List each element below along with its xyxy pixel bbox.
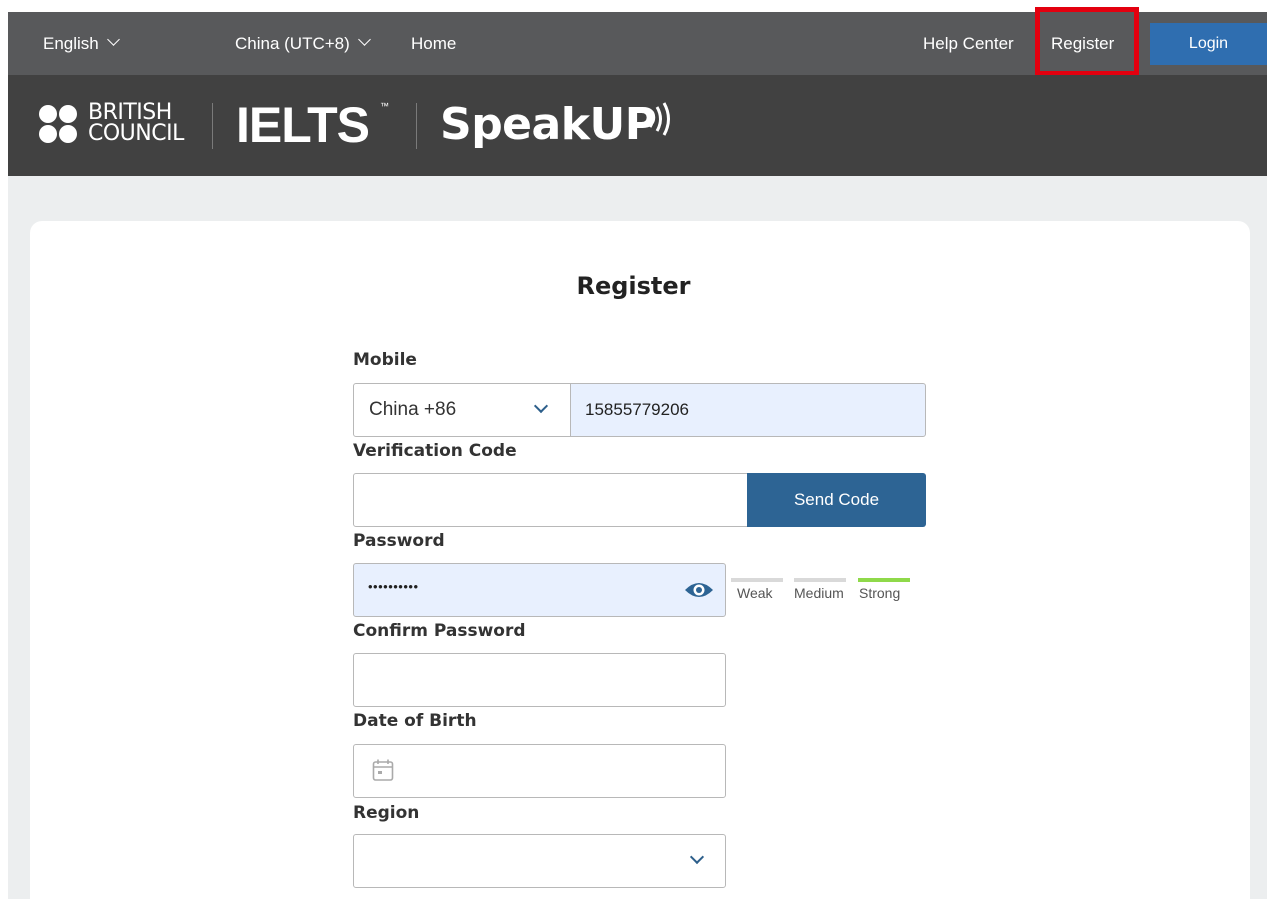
sound-waves-icon (648, 102, 670, 136)
help-center-link[interactable]: Help Center (923, 12, 1014, 75)
british-council-wordmark: BRITISH COUNCIL (88, 100, 184, 146)
date-of-birth-input[interactable] (353, 744, 726, 798)
password-input[interactable]: •••••••••• (353, 563, 726, 617)
confirm-password-label: Confirm Password (353, 621, 526, 641)
strength-label-weak: Weak (737, 585, 773, 601)
country-code-select[interactable]: China +86 (353, 383, 571, 437)
strength-label-strong: Strong (859, 585, 901, 601)
password-masked-value: •••••••••• (368, 579, 419, 594)
brand-divider (416, 103, 417, 149)
strength-label-medium: Medium (794, 585, 844, 601)
verification-code-input[interactable] (353, 473, 748, 527)
mobile-label: Mobile (353, 350, 417, 370)
ielts-trademark: ™ (380, 101, 389, 111)
home-link[interactable]: Home (411, 12, 456, 75)
region-select[interactable] (353, 834, 726, 888)
brand-header: BRITISH COUNCIL IELTS ™ SpeakUP (8, 75, 1267, 176)
confirm-password-input[interactable] (353, 653, 726, 707)
language-label: English (43, 34, 99, 53)
timezone-dropdown[interactable]: China (UTC+8) (235, 12, 371, 75)
login-button[interactable]: Login (1150, 23, 1267, 65)
country-code-value: China +86 (369, 399, 457, 420)
chevron-down-icon (106, 33, 120, 46)
strength-bar-strong (858, 578, 910, 582)
ielts-logo: IELTS (236, 97, 370, 153)
password-label: Password (353, 531, 445, 551)
page-title: Register (576, 272, 691, 300)
chevron-down-icon (533, 398, 549, 414)
date-of-birth-label: Date of Birth (353, 711, 477, 731)
mobile-number-input[interactable]: 15855779206 (570, 383, 926, 437)
strength-bar-weak (731, 578, 783, 582)
verification-code-label: Verification Code (353, 441, 517, 461)
british-council-logo-icon (39, 105, 79, 145)
eye-icon[interactable] (684, 579, 714, 601)
register-highlight-box (1035, 7, 1139, 76)
calendar-icon[interactable] (372, 758, 394, 782)
timezone-label: China (UTC+8) (235, 34, 350, 53)
chevron-down-icon (689, 849, 705, 865)
chevron-down-icon (357, 33, 371, 46)
strength-bar-medium (794, 578, 846, 582)
top-navigation-bar: English China (UTC+8) Home Help Center R… (8, 7, 1267, 76)
send-code-button[interactable]: Send Code (747, 473, 926, 527)
mobile-number-value: 15855779206 (585, 400, 690, 419)
language-dropdown[interactable]: English (43, 12, 120, 75)
brand-divider (212, 103, 213, 149)
region-label: Region (353, 803, 420, 823)
speakup-logo: SpeakUP (440, 99, 657, 150)
